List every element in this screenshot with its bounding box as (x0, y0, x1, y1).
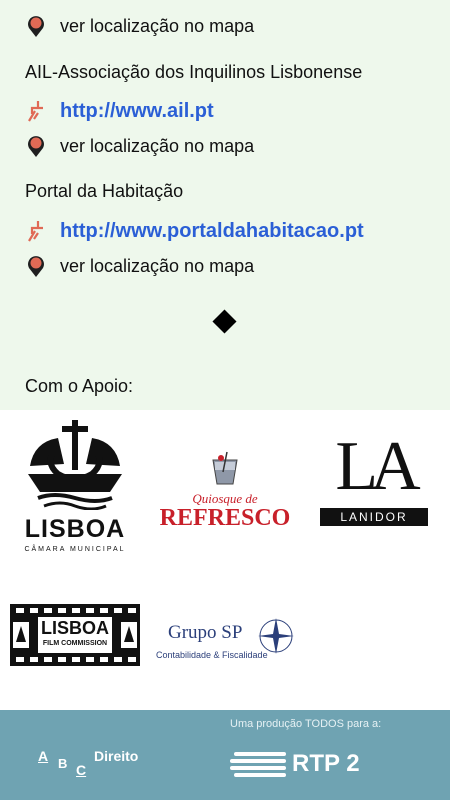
abc-direito-logo: A B C Direito (38, 744, 158, 780)
abc-letter-b: B (58, 756, 68, 771)
grupo-sp-logo: Grupo SP Contabilidade & Fiscalidade (156, 616, 301, 666)
org-name: Portal da Habitação (25, 181, 184, 201)
quiosque-line2: REFRESCO (159, 505, 291, 531)
map-link-label[interactable]: ver localização no mapa (60, 16, 254, 37)
lisboa-ship-emblem (28, 420, 122, 511)
lisboa-logo-name: LISBOA (24, 515, 126, 543)
rtp2-text: RTP 2 (292, 750, 360, 777)
production-credit: Uma produção TODOS para a: (230, 718, 382, 730)
map-link-label[interactable]: ver localização no mapa (60, 256, 254, 277)
film-line1: LISBOA (40, 618, 109, 638)
lanidor-name: LANIDOR (320, 508, 428, 526)
abc-letter-a: A (38, 748, 49, 764)
footer: Uma produção TODOS para a: A B C Direito… (0, 710, 450, 800)
map-link-row-2[interactable]: ver localização no mapa (25, 134, 254, 158)
lanidor-mark: LA (335, 428, 420, 505)
rtp-stripes-icon (230, 752, 286, 777)
sponsor-logos: LISBOA CÂMARA MUNICIPAL Quiosque de REFR… (0, 410, 450, 710)
grupo-sp-tag: Contabilidade & Fiscalidade (156, 650, 268, 660)
website-link[interactable]: http://www.portaldahabitacao.pt (60, 220, 364, 243)
quiosque-refresco-logo: Quiosque de REFRESCO (155, 450, 295, 530)
map-pin-icon (28, 256, 44, 277)
url-row-ail[interactable]: http://www.ail.pt (25, 99, 214, 123)
map-pin-icon (28, 136, 44, 157)
url-row-portal[interactable]: http://www.portaldahabitacao.pt (25, 219, 364, 243)
grupo-sp-brand: Grupo SP (168, 622, 243, 643)
drink-glass-icon (212, 451, 238, 485)
map-link-label[interactable]: ver localização no mapa (60, 136, 254, 157)
lisboa-logo: LISBOA CÂMARA MUNICIPAL (24, 418, 126, 553)
film-commission-logo: LISBOA FILM COMMISSION (10, 604, 140, 666)
map-pin-icon (28, 16, 44, 37)
abc-word: Direito (94, 748, 139, 764)
map-link-row-3[interactable]: ver localização no mapa (25, 254, 254, 278)
map-link-row-1[interactable]: ver localização no mapa (25, 14, 254, 38)
link-icon (28, 221, 43, 242)
website-link[interactable]: http://www.ail.pt (60, 100, 214, 123)
lisboa-logo-sub: CÂMARA MUNICIPAL (24, 546, 126, 553)
lanidor-logo: LA LANIDOR (320, 432, 428, 532)
rtp2-logo: RTP 2 (230, 746, 390, 780)
link-icon (28, 101, 43, 122)
film-line2: FILM COMMISSION (42, 640, 108, 647)
org-name: AIL-Associação dos Inquilinos Lisbonense (25, 62, 363, 82)
support-heading: Com o Apoio: (25, 376, 134, 396)
abc-letter-c: C (76, 762, 87, 778)
